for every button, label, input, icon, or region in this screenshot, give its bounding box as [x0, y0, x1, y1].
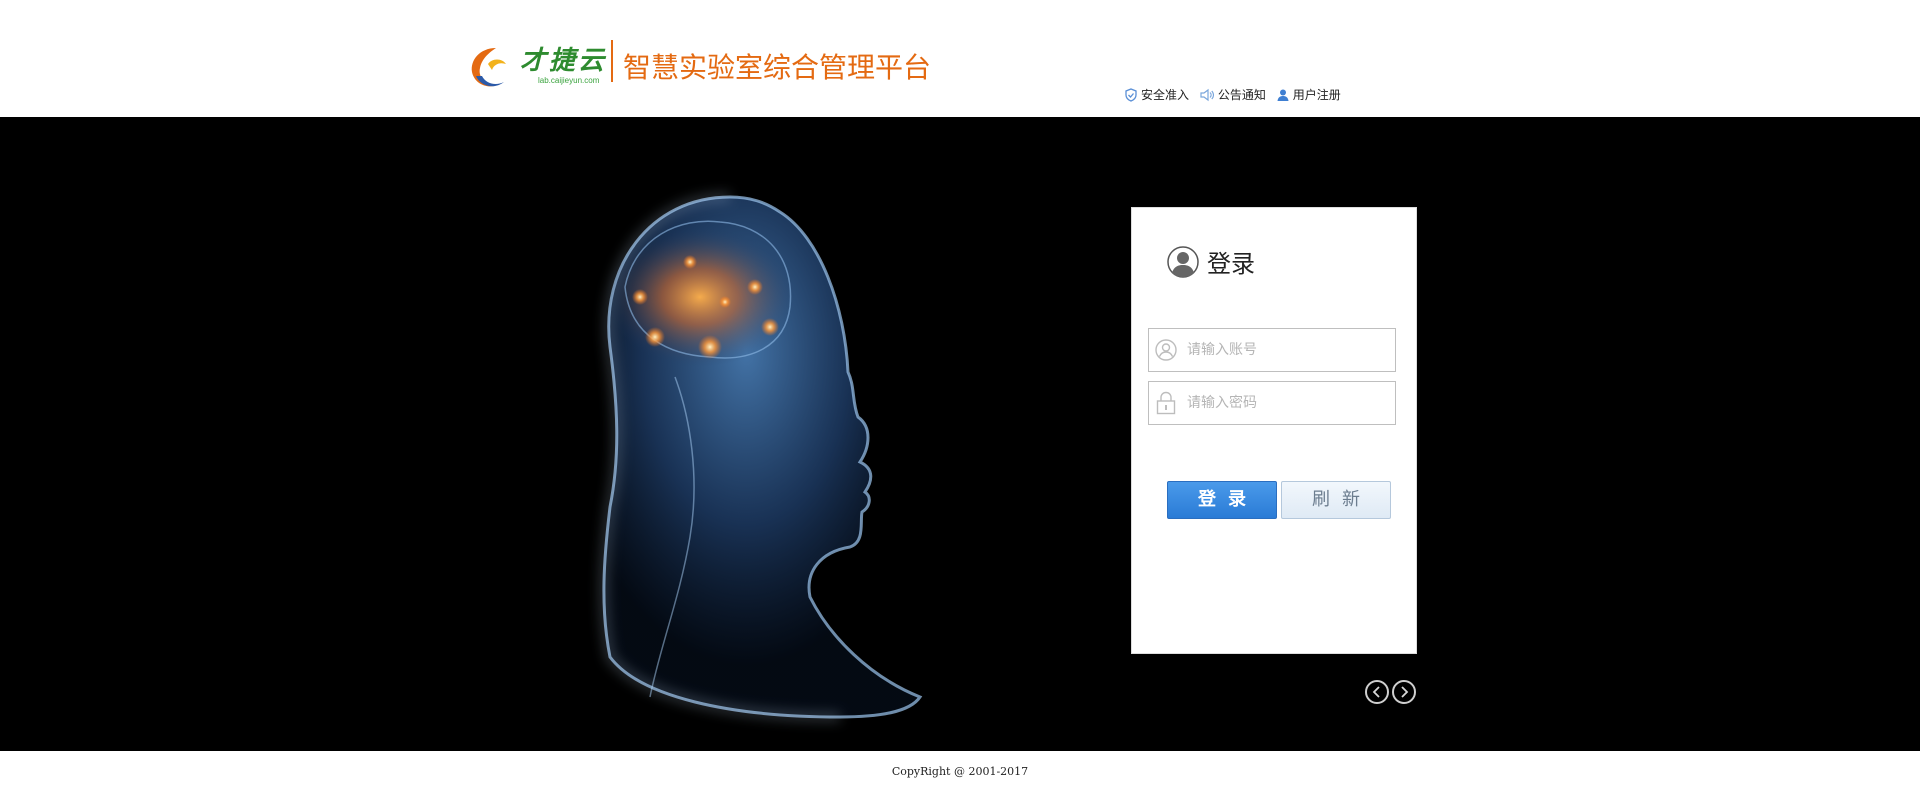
brand-url: lab.caijieyun.com	[538, 76, 600, 85]
carousel-next-button[interactable]	[1392, 680, 1416, 704]
platform-title: 智慧实验室综合管理平台	[623, 51, 932, 84]
link-safety-access[interactable]: 安全准入	[1124, 86, 1189, 103]
page-footer: CopyRight @ 2001-2017	[0, 751, 1920, 799]
lock-icon	[1153, 390, 1179, 416]
brain-head-illustration	[599, 193, 923, 721]
logo-mark-icon	[471, 48, 506, 87]
shield-check-icon	[1125, 87, 1137, 102]
speaker-icon	[1200, 88, 1214, 101]
hero-banner: 登录 登录 刷新	[0, 117, 1920, 751]
username-field[interactable]	[1148, 328, 1396, 372]
refresh-button[interactable]: 刷新	[1281, 481, 1391, 519]
top-links: 安全准入 公告通知 用户注册	[1124, 86, 1347, 105]
link-register[interactable]: 用户注册	[1276, 86, 1341, 103]
carousel-prev-button[interactable]	[1365, 680, 1389, 704]
link-safety-access-label: 安全准入	[1141, 88, 1190, 102]
chevron-left-icon	[1372, 686, 1380, 698]
login-button[interactable]: 登录	[1167, 481, 1277, 519]
carousel-nav	[1365, 680, 1416, 704]
login-header: 登录	[1167, 244, 1255, 279]
user-avatar-icon	[1167, 245, 1199, 278]
login-title: 登录	[1207, 250, 1255, 278]
link-register-label: 用户注册	[1292, 88, 1341, 102]
copyright-text: CopyRight @ 2001-2017	[891, 765, 1029, 778]
user-outline-icon	[1153, 337, 1179, 363]
page-header: 才捷云 lab.caijieyun.com 智慧实验室综合管理平台 安全准入 公…	[0, 0, 1920, 117]
brand-divider	[611, 40, 613, 82]
link-announcements[interactable]: 公告通知	[1199, 86, 1266, 103]
link-announcements-label: 公告通知	[1217, 88, 1266, 102]
username-input[interactable]	[1185, 330, 1395, 370]
brand-name: 才捷云	[520, 46, 608, 76]
chevron-right-icon	[1401, 686, 1409, 698]
login-panel: 登录 登录 刷新	[1131, 207, 1417, 654]
user-icon	[1277, 89, 1289, 101]
password-input[interactable]	[1185, 383, 1395, 423]
password-field[interactable]	[1148, 381, 1396, 425]
